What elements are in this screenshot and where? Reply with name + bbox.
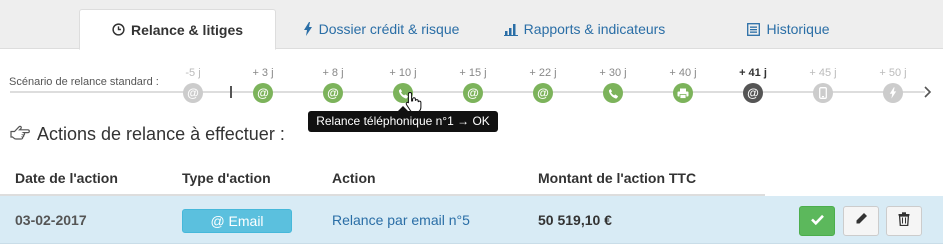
clock-icon — [112, 23, 125, 36]
step-delay-label: + 15 j — [459, 67, 487, 79]
at-icon: @ — [743, 83, 763, 103]
tab-historique[interactable]: Historique — [746, 9, 831, 49]
bolt-icon — [303, 22, 313, 36]
action-date: 03-02-2017 — [15, 212, 87, 228]
scenario-label: Scénario de relance standard : — [9, 76, 159, 88]
scenario-step[interactable]: + 40 j — [663, 66, 703, 103]
step-delay-label: + 41 j — [739, 67, 767, 79]
timeline-today-marker — [230, 86, 232, 98]
step-delay-label: -5 j — [185, 67, 201, 79]
table-header: Date de l'action Type d'action Action Mo… — [0, 162, 765, 196]
at-icon: @ — [463, 83, 483, 103]
print-icon — [673, 83, 693, 103]
at-icon: @ — [323, 83, 343, 103]
step-delay-label: + 50 j — [879, 67, 907, 79]
tab-dossier-credit-risque[interactable]: Dossier crédit & risque — [300, 9, 462, 49]
delete-button[interactable] — [886, 206, 922, 236]
column-header-date: Date de l'action — [15, 170, 118, 186]
at-icon: @ — [253, 83, 273, 103]
mobile-icon — [813, 83, 833, 103]
list-icon — [747, 22, 761, 36]
timeline-arrow-icon — [922, 85, 934, 99]
scenario-step[interactable]: + 30 j — [593, 66, 633, 103]
tab-label: Rapports & indicateurs — [523, 21, 666, 37]
bolt-icon — [883, 83, 903, 103]
bar-chart-icon — [503, 23, 518, 36]
step-delay-label: + 10 j — [389, 67, 417, 79]
at-icon: @ — [183, 83, 203, 103]
table-row: 03-02-2017 @ Email Relance par email n°5… — [0, 196, 943, 244]
scenario-step[interactable]: + 50 j — [873, 66, 913, 103]
action-type-badge: @ Email — [182, 209, 292, 233]
tab-rapports-indicateurs[interactable]: Rapports & indicateurs — [503, 9, 666, 49]
scenario-step[interactable]: -5 j @ — [173, 66, 213, 103]
column-header-amount: Montant de l'action TTC — [538, 170, 697, 186]
step-delay-label: + 3 j — [252, 67, 274, 79]
check-icon — [810, 212, 824, 230]
section-title-text: Actions de relance à effectuer : — [37, 124, 285, 144]
scenario-step[interactable]: + 45 j — [803, 66, 843, 103]
edit-button[interactable] — [843, 206, 879, 236]
scenario-step[interactable]: + 3 j @ — [243, 66, 283, 103]
phone-icon — [603, 83, 623, 103]
tab-label: Relance & litiges — [130, 21, 244, 38]
scenario-step[interactable]: + 22 j @ — [523, 66, 563, 103]
step-tooltip: Relance téléphonique n°1 → OK — [308, 106, 498, 132]
step-delay-label: + 8 j — [322, 67, 344, 79]
step-delay-label: + 40 j — [669, 67, 697, 79]
column-header-type: Type d'action — [182, 170, 271, 186]
tab-relance-litiges[interactable]: Relance & litiges — [79, 9, 276, 50]
at-icon: @ — [533, 83, 553, 103]
scenario-step[interactable]: + 41 j @ — [733, 66, 773, 103]
section-title: Actions de relance à effectuer : — [10, 124, 285, 145]
tab-label: Historique — [766, 21, 830, 37]
action-link[interactable]: Relance par email n°5 — [332, 212, 470, 228]
scenario-step[interactable]: + 8 j @ — [313, 66, 353, 103]
step-delay-label: + 22 j — [529, 67, 557, 79]
column-header-action: Action — [332, 170, 376, 186]
action-amount: 50 519,10 € — [538, 212, 612, 228]
tab-bar: Relance & litiges Dossier crédit & risqu… — [0, 0, 943, 50]
scenario-step[interactable]: + 15 j @ — [453, 66, 493, 103]
tab-label: Dossier crédit & risque — [318, 21, 460, 37]
pencil-icon — [855, 212, 868, 230]
step-delay-label: + 30 j — [599, 67, 627, 79]
validate-button[interactable] — [799, 206, 835, 236]
trash-icon — [898, 211, 910, 231]
step-delay-label: + 45 j — [809, 67, 837, 79]
hand-pointer-icon — [10, 124, 30, 145]
